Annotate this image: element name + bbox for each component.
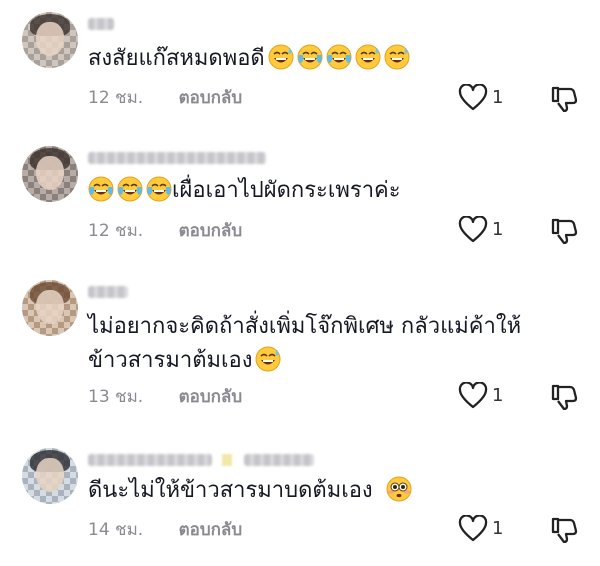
- reply-button[interactable]: ตอบกลับ: [179, 88, 243, 108]
- comment-body: สงสัยแก๊สหมดพอดี: [88, 46, 265, 71]
- comment-meta: 12 ชม. ตอบกลับ: [88, 86, 242, 110]
- like-count: 1: [492, 87, 504, 108]
- tears-of-joy-emoji-icon: [117, 176, 143, 202]
- avatar[interactable]: [22, 448, 78, 504]
- comment-text: ไม่อยากจะคิดถ้าสั่งเพิ่มโจ๊กพิเศษ กลัวแม…: [88, 310, 558, 378]
- heart-icon[interactable]: [458, 382, 488, 410]
- username-blurred[interactable]: [88, 18, 114, 30]
- heart-icon[interactable]: [458, 84, 488, 112]
- sweat-smile-emoji-icon: [255, 346, 282, 372]
- tears-of-joy-emoji-icon: [325, 44, 352, 70]
- reply-button[interactable]: ตอบกลับ: [179, 520, 243, 540]
- comment-text: สงสัยแก๊สหมดพอดี: [88, 42, 558, 76]
- dislike-icon[interactable]: [550, 382, 578, 410]
- sweat-smile-emoji-icon: [383, 44, 410, 70]
- tears-of-joy-emoji-icon: [88, 176, 114, 202]
- avatar-face: [36, 458, 64, 492]
- tears-of-joy-emoji-icon: [296, 44, 323, 70]
- avatar[interactable]: [22, 280, 78, 336]
- flushed-emoji-icon: [386, 476, 412, 502]
- timestamp: 13 ชม.: [88, 387, 144, 407]
- dislike-icon[interactable]: [550, 216, 578, 244]
- comment-meta: 12 ชม. ตอบกลับ: [88, 219, 242, 243]
- username-blurred[interactable]: [88, 286, 128, 298]
- comment-meta: 13 ชม. ตอบกลับ: [88, 385, 242, 409]
- dislike-icon[interactable]: [550, 84, 578, 112]
- timestamp: 12 ชม.: [88, 221, 144, 241]
- comment-body: ดีนะไม่ให้ข้าวสารมาบดต้มเอง: [88, 478, 373, 503]
- username-blurred[interactable]: [88, 152, 266, 164]
- verified-badge-blurred: [222, 454, 232, 466]
- secondary-label-blurred: [244, 454, 314, 466]
- comment-text: เผื่อเอาไปผัดกระเพราค่ะ: [88, 174, 558, 208]
- heart-icon[interactable]: [458, 216, 488, 244]
- comment-body-line-1: ไม่อยากจะคิดถ้าสั่งเพิ่มโจ๊กพิเศษ กลัวแม…: [88, 314, 522, 339]
- heart-icon[interactable]: [458, 515, 488, 543]
- avatar-face: [36, 156, 64, 190]
- avatar[interactable]: [22, 12, 78, 68]
- comment-meta: 14 ชม. ตอบกลับ: [88, 518, 242, 542]
- like-count: 1: [492, 219, 504, 240]
- timestamp: 12 ชม.: [88, 88, 144, 108]
- username-blurred[interactable]: [88, 454, 212, 466]
- reply-button[interactable]: ตอบกลับ: [179, 387, 243, 407]
- tears-of-joy-emoji-icon: [146, 176, 172, 202]
- reply-button[interactable]: ตอบกลับ: [179, 221, 243, 241]
- timestamp: 14 ชม.: [88, 520, 144, 540]
- comment-body-line-2: ข้าวสารมาต้มเอง: [88, 348, 253, 373]
- dislike-icon[interactable]: [550, 515, 578, 543]
- avatar[interactable]: [22, 146, 78, 202]
- avatar-face: [36, 290, 64, 324]
- avatar-face: [36, 22, 64, 56]
- comment-body: เผื่อเอาไปผัดกระเพราค่ะ: [172, 178, 401, 203]
- like-count: 1: [492, 385, 504, 406]
- comment-text: ดีนะไม่ให้ข้าวสารมาบดต้มเอง: [88, 474, 558, 508]
- sweat-smile-emoji-icon: [354, 44, 381, 70]
- like-count: 1: [492, 518, 504, 539]
- sweat-smile-emoji-icon: [267, 44, 294, 70]
